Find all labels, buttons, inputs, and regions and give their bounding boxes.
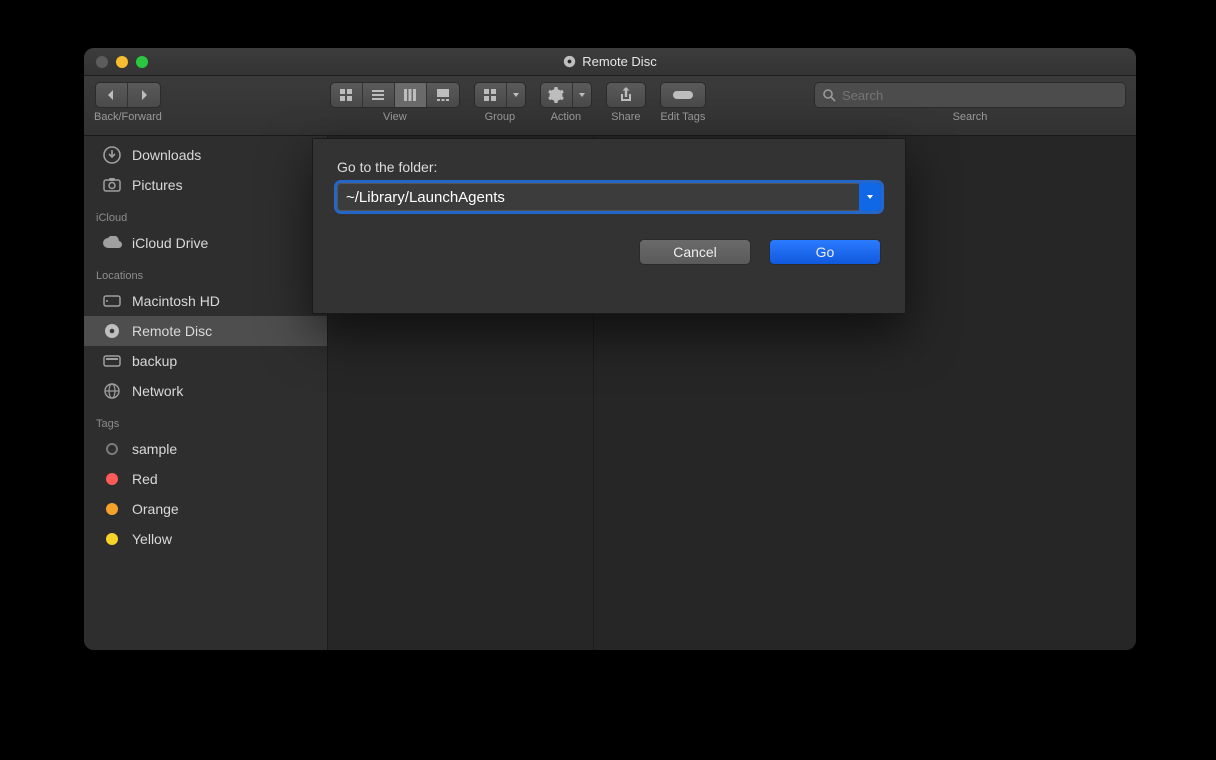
go-button[interactable]: Go xyxy=(769,239,881,265)
globe-icon xyxy=(102,381,122,401)
folder-path-input[interactable] xyxy=(337,183,859,211)
cloud-icon xyxy=(102,233,122,253)
edit-tags-label: Edit Tags xyxy=(660,111,705,123)
column-view-button[interactable] xyxy=(395,83,427,107)
sidebar-tag-yellow[interactable]: Yellow xyxy=(84,524,327,554)
action-label: Action xyxy=(551,111,582,123)
back-forward-segment xyxy=(95,82,161,108)
sidebar-tag-red[interactable]: Red xyxy=(84,464,327,494)
finder-window: Remote Disc Back/Forward View xyxy=(84,48,1136,650)
disc-icon xyxy=(102,321,122,341)
icon-view-button[interactable] xyxy=(331,83,363,107)
hdd-icon xyxy=(102,291,122,311)
sidebar-item-backup[interactable]: backup xyxy=(84,346,327,376)
titlebar: Remote Disc xyxy=(84,48,1136,76)
sidebar-item-label: Remote Disc xyxy=(132,323,212,339)
download-icon xyxy=(102,145,122,165)
tag-dot-icon xyxy=(102,529,122,549)
minimize-window-button[interactable] xyxy=(116,56,128,68)
dialog-prompt: Go to the folder: xyxy=(337,159,881,175)
sidebar-section-icloud: iCloud xyxy=(84,200,327,228)
edit-tags-button[interactable] xyxy=(660,82,706,108)
sidebar-item-remote-disc[interactable]: Remote Disc xyxy=(84,316,327,346)
toolbar: Back/Forward View Group Actio xyxy=(84,76,1136,136)
sidebar-item-label: Downloads xyxy=(132,147,201,163)
zoom-window-button[interactable] xyxy=(136,56,148,68)
group-button[interactable] xyxy=(474,82,526,108)
sidebar-section-locations: Locations xyxy=(84,258,327,286)
gallery-view-button[interactable] xyxy=(427,83,459,107)
view-segment xyxy=(330,82,460,108)
sidebar-item-label: Network xyxy=(132,383,183,399)
sidebar-item-network[interactable]: Network xyxy=(84,376,327,406)
action-button[interactable] xyxy=(540,82,592,108)
forward-button[interactable] xyxy=(128,83,160,107)
tag-dot-icon xyxy=(102,439,122,459)
share-button[interactable] xyxy=(606,82,646,108)
tag-dot-icon xyxy=(102,469,122,489)
sidebar-tag-sample[interactable]: sample xyxy=(84,434,327,464)
folder-path-combo xyxy=(337,183,881,211)
sidebar-item-macintosh-hd[interactable]: Macintosh HD xyxy=(84,286,327,316)
sidebar-item-label: Orange xyxy=(132,501,179,517)
sidebar: Downloads Pictures iCloud iCloud Drive L… xyxy=(84,136,328,650)
sidebar-item-downloads[interactable]: Downloads xyxy=(84,140,327,170)
cancel-button[interactable]: Cancel xyxy=(639,239,751,265)
path-history-dropdown[interactable] xyxy=(859,183,881,211)
view-label: View xyxy=(383,111,407,123)
tag-dot-icon xyxy=(102,499,122,519)
sidebar-item-icloud-drive[interactable]: iCloud Drive xyxy=(84,228,327,258)
list-view-button[interactable] xyxy=(363,83,395,107)
drive-icon xyxy=(102,351,122,371)
back-button[interactable] xyxy=(96,83,128,107)
sidebar-item-label: Yellow xyxy=(132,531,172,547)
camera-icon xyxy=(102,175,122,195)
back-forward-label: Back/Forward xyxy=(94,111,162,123)
sidebar-item-label: Red xyxy=(132,471,158,487)
search-field[interactable] xyxy=(814,82,1126,108)
sidebar-item-label: Macintosh HD xyxy=(132,293,220,309)
sidebar-item-label: Pictures xyxy=(132,177,183,193)
sidebar-section-tags: Tags xyxy=(84,406,327,434)
go-to-folder-dialog: Go to the folder: Cancel Go xyxy=(312,138,906,314)
search-label: Search xyxy=(953,111,988,123)
sidebar-item-pictures[interactable]: Pictures xyxy=(84,170,327,200)
close-window-button[interactable] xyxy=(96,56,108,68)
sidebar-item-label: iCloud Drive xyxy=(132,235,208,251)
sidebar-item-label: backup xyxy=(132,353,177,369)
sidebar-tag-orange[interactable]: Orange xyxy=(84,494,327,524)
group-label: Group xyxy=(485,111,516,123)
remote-disc-icon xyxy=(563,55,576,68)
search-input[interactable] xyxy=(842,88,1117,103)
sidebar-item-label: sample xyxy=(132,441,177,457)
window-title: Remote Disc xyxy=(582,54,656,69)
share-label: Share xyxy=(611,111,640,123)
search-icon xyxy=(823,89,836,102)
window-controls xyxy=(96,56,148,68)
